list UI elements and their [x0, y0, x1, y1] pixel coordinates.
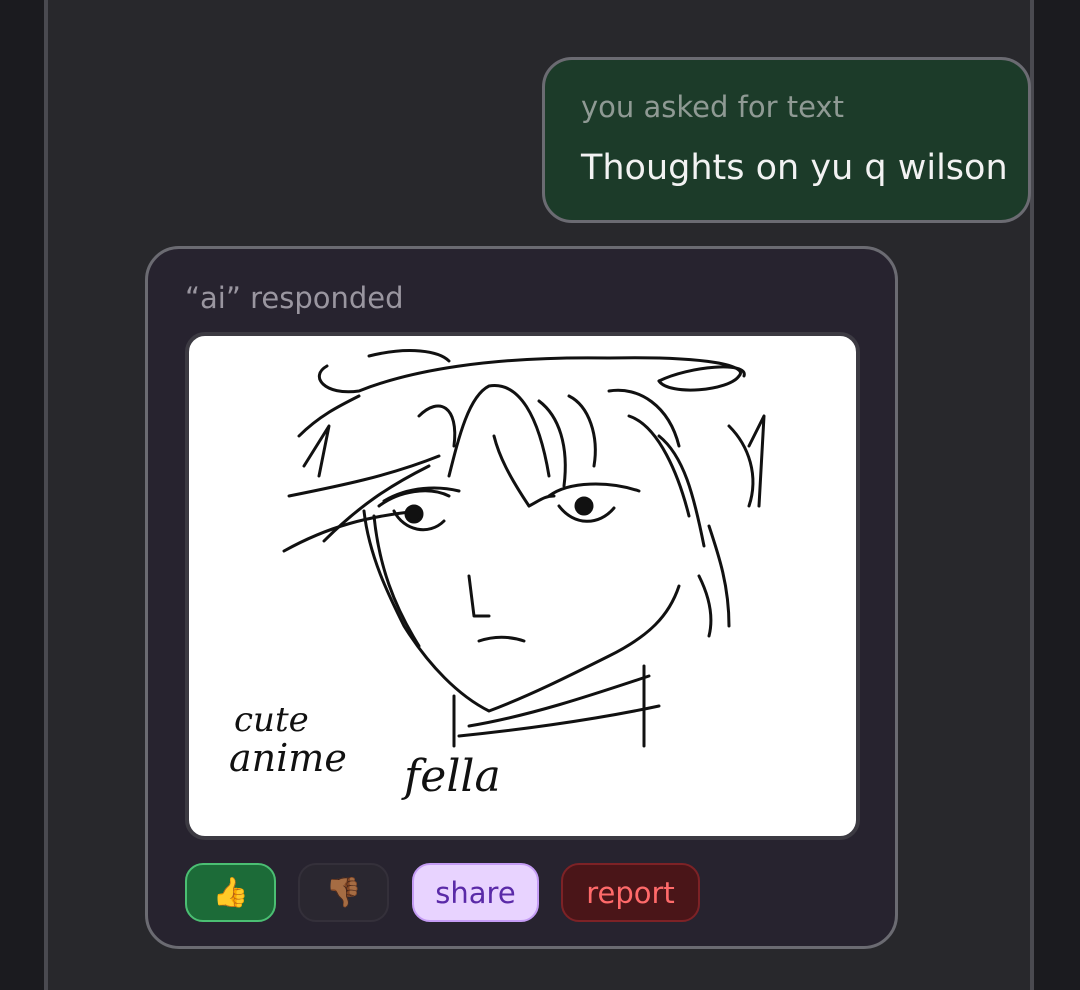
share-button[interactable]: share: [412, 863, 539, 922]
caption-line-2: anime: [229, 736, 347, 780]
share-label: share: [435, 875, 516, 910]
report-label: report: [586, 875, 675, 910]
ai-response-label: “ai” responded: [185, 281, 404, 315]
sketch-drawing: cute anime fella: [229, 349, 766, 802]
user-message-text: Thoughts on yu q wilson: [581, 148, 1008, 188]
ai-response-image: cute anime fella: [185, 332, 860, 840]
thumbs-up-icon: 👍: [212, 875, 249, 909]
report-button[interactable]: report: [561, 863, 700, 922]
caption-line-3: fella: [401, 751, 501, 802]
like-button[interactable]: 👍: [185, 863, 276, 922]
ai-response-card: “ai” responded cute anime fella 👍 👎🏾 sha…: [145, 246, 898, 949]
caption-line-1: cute: [234, 700, 309, 740]
thumbs-down-icon: 👎🏾: [325, 875, 362, 909]
user-message-label: you asked for text: [581, 90, 844, 124]
chat-column: you asked for text Thoughts on yu q wils…: [44, 0, 1034, 990]
user-message-bubble: you asked for text Thoughts on yu q wils…: [542, 57, 1031, 223]
dislike-button[interactable]: 👎🏾: [298, 863, 389, 922]
sketch-caption: cute anime fella: [229, 700, 501, 802]
